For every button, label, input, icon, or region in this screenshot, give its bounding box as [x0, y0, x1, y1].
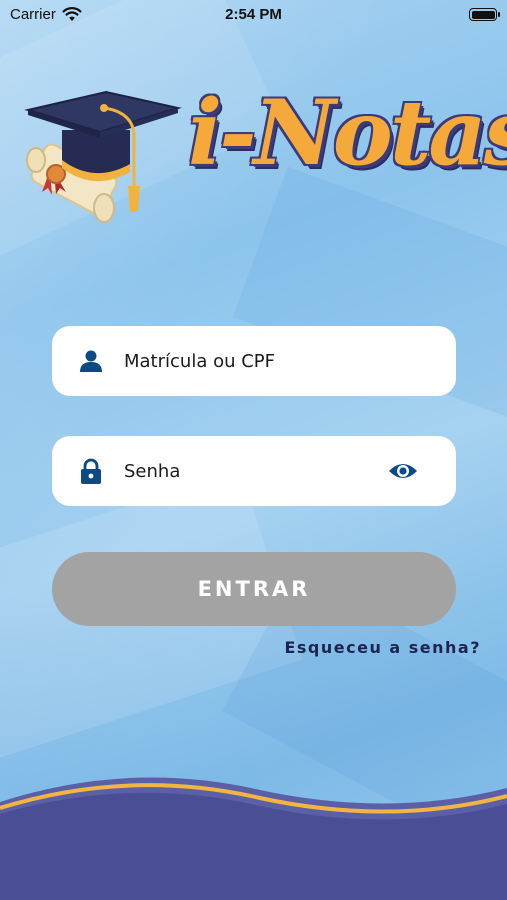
status-bar: Carrier 2:54 PM: [0, 0, 507, 30]
enter-button[interactable]: ENTRAR: [52, 552, 456, 626]
user-field[interactable]: [52, 326, 456, 396]
user-input[interactable]: [124, 326, 424, 396]
password-field[interactable]: [52, 436, 456, 506]
forgot-password-link[interactable]: Esqueceu a senha?: [284, 638, 481, 657]
app-logo-text: i-Notas: [188, 80, 507, 186]
footer-wave: [0, 777, 507, 900]
graduation-cap-diploma-icon: [24, 90, 182, 223]
battery-icon: [469, 8, 500, 21]
user-icon: [80, 350, 102, 372]
clock: 2:54 PM: [225, 6, 282, 23]
lock-icon: [81, 458, 101, 484]
eye-icon[interactable]: [388, 458, 418, 484]
password-input[interactable]: [124, 436, 424, 506]
